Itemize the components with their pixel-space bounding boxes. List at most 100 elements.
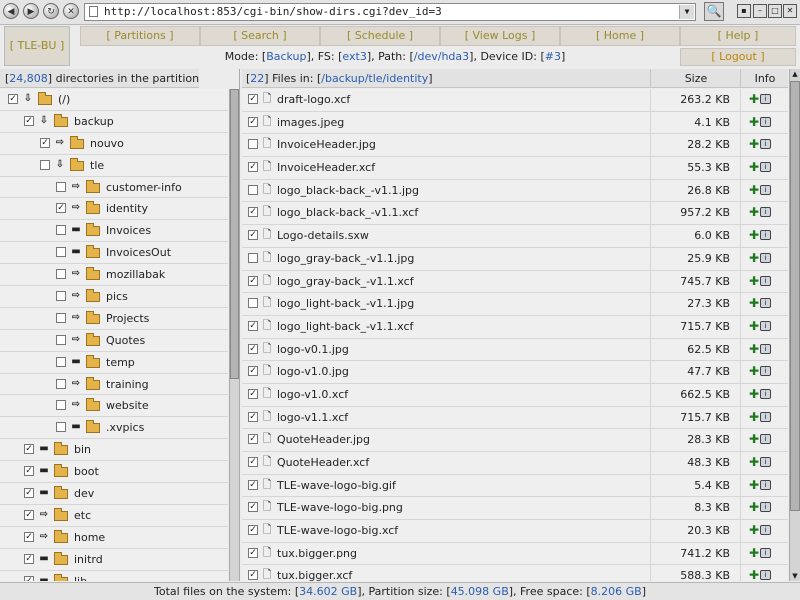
tree-item-label[interactable]: (/): [58, 89, 70, 110]
forward-icon[interactable]: ▶: [23, 3, 39, 19]
scroll-up-icon[interactable]: ▲: [790, 69, 800, 79]
tree-row[interactable]: ▬ temp: [0, 351, 228, 374]
tree-row[interactable]: ✓ ⇩ (/): [0, 89, 228, 111]
tree-item-label[interactable]: nouvo: [90, 133, 124, 154]
file-row[interactable]: ✓ 🗋 QuoteHeader.jpg 28.3 KB ✚ i: [242, 429, 788, 452]
file-name[interactable]: QuoteHeader.xcf: [277, 452, 369, 474]
file-checkbox[interactable]: ✓: [248, 434, 258, 445]
add-icon[interactable]: ✚: [749, 116, 759, 128]
tree-scrollbar-thumb[interactable]: [230, 89, 239, 379]
tree-item-label[interactable]: bin: [74, 439, 91, 460]
file-name[interactable]: QuoteHeader.jpg: [277, 429, 370, 451]
add-icon[interactable]: ✚: [749, 411, 759, 423]
info-icon[interactable]: i: [760, 252, 771, 263]
info-icon[interactable]: i: [760, 116, 771, 127]
file-name[interactable]: tux.bigger.png: [277, 543, 357, 565]
files-scrollbar-thumb[interactable]: [790, 81, 800, 511]
tree-item-label[interactable]: lib: [74, 571, 87, 581]
add-icon[interactable]: ✚: [749, 275, 759, 287]
file-checkbox[interactable]: ✓: [248, 457, 258, 467]
file-row[interactable]: ✓ 🗋 TLE-wave-logo-big.xcf 20.3 KB ✚ i: [242, 520, 788, 543]
minimize-icon[interactable]: –: [753, 4, 767, 18]
tree-item-label[interactable]: backup: [74, 111, 114, 132]
file-row[interactable]: ✓ 🗋 logo-v1.1.xcf 715.7 KB ✚ i: [242, 406, 788, 430]
tree-item-label[interactable]: initrd: [74, 549, 103, 570]
file-checkbox[interactable]: ✓: [248, 275, 258, 286]
tree-row[interactable]: ✓ ⇨ etc: [0, 504, 228, 527]
add-icon[interactable]: ✚: [749, 456, 759, 468]
file-row[interactable]: ✓ 🗋 logo-v1.0.xcf 662.5 KB ✚ i: [242, 383, 788, 407]
file-name[interactable]: TLE-wave-logo-big.gif: [277, 475, 396, 497]
tree-row[interactable]: ⇨ pics: [0, 286, 228, 308]
file-row[interactable]: ✓ 🗋 tux.bigger.xcf 588.3 KB ✚ i: [242, 565, 788, 581]
file-name[interactable]: logo_light-back_-v1.1.xcf: [277, 316, 413, 338]
file-checkbox[interactable]: ✓: [248, 388, 258, 399]
tree-item-label[interactable]: etc: [74, 505, 91, 526]
info-icon[interactable]: i: [760, 434, 771, 445]
tree-checkbox[interactable]: ✓: [24, 553, 34, 564]
tree-item-label[interactable]: InvoicesOut: [106, 242, 171, 263]
file-checkbox[interactable]: ✓: [248, 162, 258, 173]
directory-count-link[interactable]: 24,808: [9, 72, 48, 85]
tree-item-label[interactable]: training: [106, 374, 149, 395]
file-row[interactable]: ✓ 🗋 logo-v1.0.jpg 47.7 KB ✚ i: [242, 361, 788, 384]
tree-row[interactable]: ✓ ⇩ backup: [0, 110, 228, 133]
file-name[interactable]: logo_light-back_-v1.1.jpg: [277, 293, 414, 315]
tree-checkbox[interactable]: ✓: [40, 137, 50, 148]
tree-row[interactable]: ⇨ website: [0, 395, 228, 418]
no-children-icon[interactable]: ▬: [38, 575, 50, 581]
file-row[interactable]: ✓ 🗋 logo_light-back_-v1.1.xcf 715.7 KB ✚ i: [242, 315, 788, 339]
add-icon[interactable]: ✚: [749, 501, 759, 513]
tree-checkbox[interactable]: [56, 312, 66, 323]
nav-help-link[interactable]: [ Help ]: [718, 29, 759, 42]
tree-checkbox[interactable]: [56, 247, 66, 258]
logout-button[interactable]: [ Logout ]: [680, 48, 796, 66]
add-icon[interactable]: ✚: [749, 161, 759, 173]
file-name[interactable]: logo-v1.0.xcf: [277, 384, 348, 406]
file-checkbox[interactable]: ✓: [248, 411, 258, 422]
file-name[interactable]: Logo-details.sxw: [277, 225, 369, 247]
add-icon[interactable]: ✚: [749, 138, 759, 150]
file-row[interactable]: 🗋 logo_light-back_-v1.1.jpg 27.3 KB ✚ i: [242, 293, 788, 316]
tree-row[interactable]: ✓ ▬ dev: [0, 483, 228, 505]
mode-link[interactable]: Backup: [266, 50, 306, 63]
url-dropdown-icon[interactable]: ▼: [679, 5, 694, 19]
close-icon[interactable]: ✕: [783, 4, 797, 18]
file-checkbox[interactable]: [248, 252, 258, 263]
nav-view-logs-link[interactable]: [ View Logs ]: [465, 29, 536, 42]
window-menu-icon[interactable]: ▪: [737, 4, 751, 18]
file-row[interactable]: 🗋 InvoiceHeader.jpg 28.2 KB ✚ i: [242, 134, 788, 158]
files-scrollbar[interactable]: ▲ ▼: [789, 69, 800, 581]
add-icon[interactable]: ✚: [749, 297, 759, 309]
tree-row[interactable]: ✓ ▬ boot: [0, 461, 228, 484]
tree-checkbox[interactable]: ✓: [24, 488, 34, 499]
file-checkbox[interactable]: [248, 298, 258, 309]
add-icon[interactable]: ✚: [749, 433, 759, 445]
info-icon[interactable]: i: [760, 547, 771, 558]
tree-item-label[interactable]: website: [106, 395, 149, 416]
back-icon[interactable]: ◀: [3, 3, 19, 19]
file-name[interactable]: tux.bigger.xcf: [277, 565, 352, 581]
file-name[interactable]: TLE-wave-logo-big.xcf: [277, 520, 398, 542]
tree-item-label[interactable]: tle: [90, 155, 104, 176]
tree-item-label[interactable]: .xvpics: [106, 417, 144, 438]
file-row[interactable]: ✓ 🗋 TLE-wave-logo-big.png 8.3 KB ✚ i: [242, 497, 788, 521]
tree-checkbox[interactable]: ✓: [24, 466, 34, 477]
file-row[interactable]: ✓ 🗋 logo-v0.1.jpg 62.5 KB ✚ i: [242, 338, 788, 362]
file-checkbox[interactable]: ✓: [248, 502, 258, 513]
partition-size-link[interactable]: 45.098 GB: [451, 585, 509, 598]
tree-item-label[interactable]: identity: [106, 198, 148, 219]
stop-icon[interactable]: ✕: [63, 3, 79, 19]
file-name[interactable]: images.jpeg: [277, 112, 344, 134]
tree-row[interactable]: ✓ ▬ bin: [0, 439, 228, 462]
add-icon[interactable]: ✚: [749, 365, 759, 377]
add-icon[interactable]: ✚: [749, 388, 759, 400]
tree-row[interactable]: ✓ ⇨ home: [0, 526, 228, 549]
tree-item-label[interactable]: dev: [74, 483, 94, 504]
info-icon[interactable]: i: [760, 525, 771, 536]
file-name[interactable]: logo_black-back_-v1.1.xcf: [277, 202, 418, 224]
info-icon[interactable]: i: [760, 570, 771, 581]
file-checkbox[interactable]: ✓: [248, 547, 258, 558]
tree-item-label[interactable]: Invoices: [106, 220, 151, 241]
add-icon[interactable]: ✚: [749, 524, 759, 536]
